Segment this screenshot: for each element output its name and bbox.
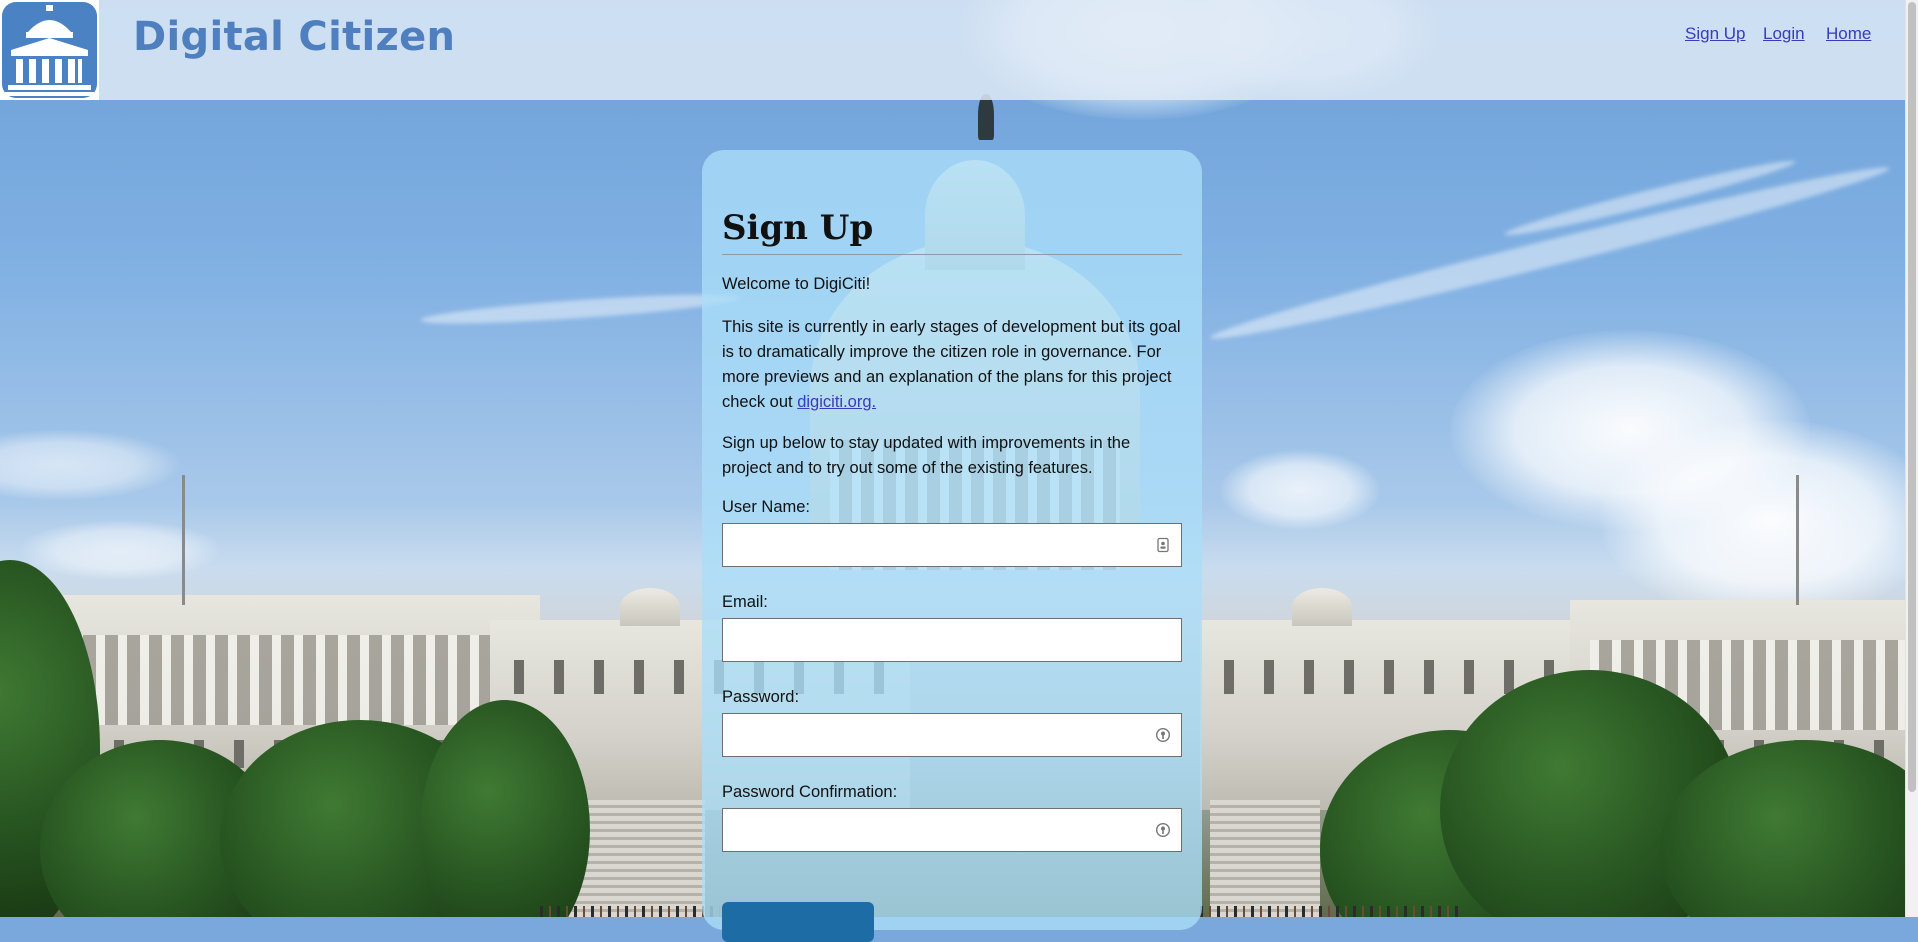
password-confirmation-label: Password Confirmation: — [722, 783, 898, 801]
brand-title[interactable]: Digital Citizen — [133, 14, 455, 60]
password-key-icon[interactable] — [1155, 727, 1171, 743]
nav-login[interactable]: Login — [1763, 24, 1805, 44]
password-confirmation-input[interactable] — [723, 809, 1181, 851]
email-input[interactable] — [723, 619, 1181, 661]
nav-home[interactable]: Home — [1826, 24, 1871, 44]
email-field-box — [722, 618, 1182, 662]
logo[interactable] — [0, 0, 99, 100]
nav-sign-up[interactable]: Sign Up — [1685, 24, 1745, 44]
contact-card-icon[interactable] — [1155, 537, 1171, 553]
page-scrollbar[interactable] — [1905, 0, 1918, 917]
password-confirmation-field-box — [722, 808, 1182, 852]
password-label: Password: — [722, 688, 800, 706]
scrollbar-thumb[interactable] — [1908, 2, 1916, 792]
username-label: User Name: — [722, 498, 811, 516]
page-title: Sign Up — [722, 208, 874, 248]
password-input[interactable] — [723, 714, 1181, 756]
cta-text: Sign up below to stay updated with impro… — [722, 434, 1131, 477]
signup-card: Sign Up Welcome to DigiCiti! This site i… — [702, 150, 1202, 942]
password-field-box — [722, 713, 1182, 757]
site-header: Digital Citizen Sign Up Login Home — [0, 0, 1906, 100]
email-label: Email: — [722, 593, 768, 611]
username-input[interactable] — [723, 524, 1181, 566]
capitol-building-icon — [2, 2, 97, 98]
welcome-text: Welcome to DigiCiti! — [722, 275, 871, 293]
submit-button[interactable] — [722, 902, 874, 942]
username-field-box — [722, 523, 1182, 567]
password-key-icon[interactable] — [1155, 822, 1171, 838]
digiciti-link[interactable]: digiciti.org. — [797, 393, 876, 411]
title-divider — [722, 254, 1182, 255]
intro-paragraph: This site is currently in early stages o… — [722, 315, 1184, 415]
intro-text: This site is currently in early stages o… — [722, 318, 1181, 411]
